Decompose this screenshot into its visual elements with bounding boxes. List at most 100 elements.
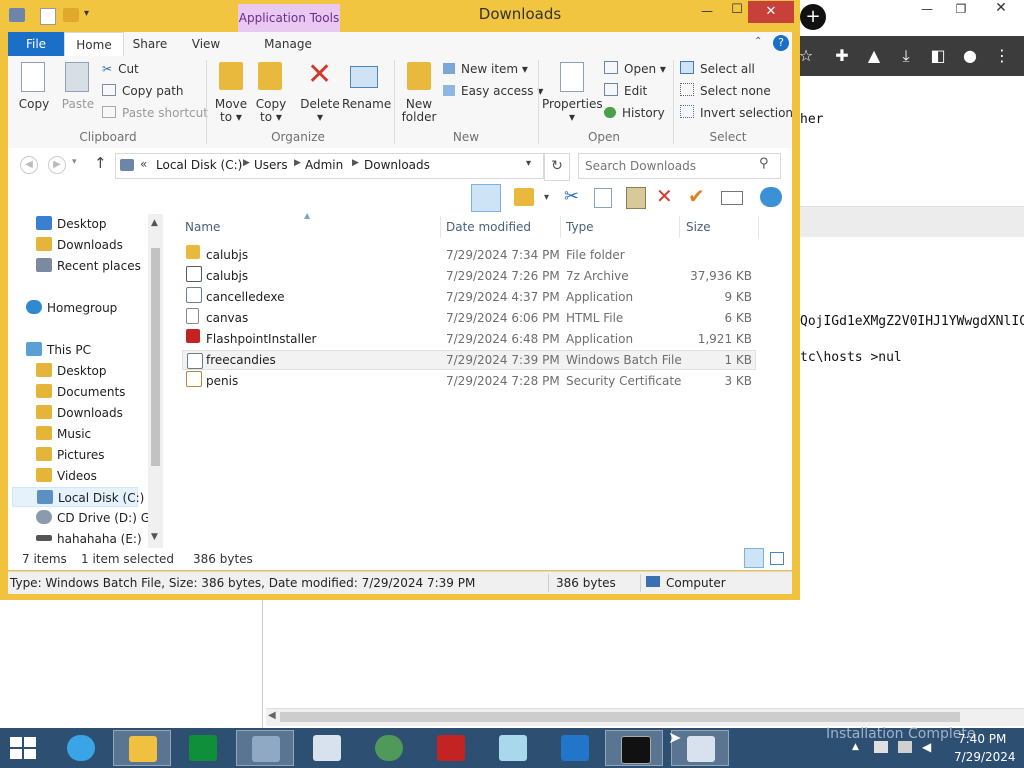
nav-scrollbar[interactable]: ▲ ▼ [148,214,163,548]
large-icons-view-icon[interactable] [770,552,784,565]
search-box[interactable]: ⚲ [578,153,781,179]
breadcrumb-users[interactable]: Users [254,158,288,172]
minimize-button[interactable]: — [692,4,722,24]
invert-selection-button[interactable]: Invert selection [680,104,793,122]
file-row[interactable]: calubjs 7/29/2024 7:34 PM File folder [182,245,756,265]
taskbar-chrome[interactable] [360,730,418,766]
column-divider[interactable] [758,216,759,238]
tab-manage[interactable]: Manage [238,32,338,56]
nav-item-desktop[interactable]: Desktop [36,214,107,234]
options-dropdown-icon[interactable]: ▾ [544,192,549,203]
nav-item-cd-drive[interactable]: CD Drive (D:) GRI [36,508,148,528]
up-arrow-icon[interactable]: ↑ [94,154,107,172]
nav-item-usb-drive[interactable]: hahahaha (E:) [36,529,142,549]
breadcrumb-downloads[interactable]: Downloads [364,158,430,172]
column-header-date[interactable]: Date modified [446,218,531,236]
move-to-button[interactable]: Move to ▾ [210,98,252,124]
network-icon[interactable] [898,741,912,753]
column-divider[interactable] [679,216,680,238]
taskbar-flashpoint[interactable] [422,730,480,766]
start-button[interactable] [8,734,38,762]
tray-overflow-icon[interactable]: ▲ [852,742,859,752]
column-header-size[interactable]: Size [686,218,711,236]
nav-item-recent-places[interactable]: Recent places [36,256,141,276]
paste-button[interactable]: Paste [58,98,98,111]
select-none-button[interactable]: Select none [680,82,771,100]
nav-scroll-thumb[interactable] [151,248,160,466]
search-input[interactable] [583,156,757,176]
tab-view[interactable]: View [180,32,232,56]
nav-item-pictures[interactable]: Pictures [36,445,105,465]
help-icon[interactable]: ? [773,35,789,51]
address-bar[interactable]: « Local Disk (C:) ▶ Users ▶ Admin ▶ Down… [115,153,544,179]
nav-item-music[interactable]: Music [36,424,91,444]
column-header-type[interactable]: Type [566,218,594,236]
tab-file[interactable]: File [8,32,64,56]
close-button[interactable]: ✕ [748,1,794,23]
collapse-ribbon-icon[interactable]: ⌃ [754,36,762,47]
copy-file-icon[interactable] [594,188,612,208]
action-center-icon[interactable] [874,741,888,753]
customize-arrow-icon[interactable]: ▾ [84,8,89,19]
recent-locations-icon[interactable]: ▾ [72,157,77,167]
column-header-name[interactable]: Name [185,218,220,236]
clock-date[interactable]: 7/29/2024 [954,750,1016,764]
nav-item-videos[interactable]: Videos [36,466,97,486]
nav-item-this-pc[interactable]: This PC [26,340,91,360]
tab-home[interactable]: Home [64,32,124,58]
history-button[interactable]: History [604,104,665,122]
explorer-app-icon[interactable] [9,8,25,22]
lab-flask-icon[interactable]: ▲ [862,44,886,68]
menu-dots-icon[interactable]: ⋮ [990,44,1014,68]
file-row[interactable]: cancelledexe 7/29/2024 4:37 PM Applicati… [182,287,756,307]
properties-button[interactable]: Properties ▾ [542,98,603,124]
minimize-icon[interactable]: — [912,2,942,22]
forward-icon[interactable]: ▶ [48,156,66,174]
taskbar-file-explorer[interactable] [113,730,171,766]
breadcrumb-local-disk[interactable]: Local Disk (C:) [156,158,242,172]
folder-options-icon[interactable] [514,188,534,206]
profile-icon[interactable]: ● [958,44,982,68]
cut-button[interactable]: ✂ Cut [102,60,139,78]
download-icon[interactable]: ⤓ [894,44,918,68]
column-divider[interactable] [440,216,441,238]
restore-icon[interactable]: ❐ [946,2,976,22]
new-item-button[interactable]: New item ▾ [443,60,528,78]
paste-shortcut-button[interactable]: Paste shortcut [102,104,208,122]
nav-item-documents[interactable]: Documents [36,382,125,402]
nav-item-downloads[interactable]: Downloads [36,235,123,255]
search-icon[interactable]: ⚲ [759,156,769,171]
copy-to-button[interactable]: Copy to ▾ [250,98,292,124]
nav-item-local-disk[interactable]: Local Disk (C:) [12,487,144,507]
taskbar-notepad[interactable] [484,730,542,766]
sidebar-icon[interactable]: ◧ [926,44,950,68]
new-folder-button[interactable]: New folder [398,98,440,124]
rename-file-icon[interactable] [721,191,743,205]
open-button[interactable]: Open ▾ [604,60,666,78]
edit-button[interactable]: Edit [604,82,647,100]
nav-item-downloads[interactable]: Downloads [36,403,123,423]
cut-icon[interactable]: ✂ [564,186,579,207]
tab-share[interactable]: Share [124,32,176,56]
back-icon[interactable]: ◀ [20,156,38,174]
nav-item-homegroup[interactable]: Homegroup [26,298,117,318]
volume-icon[interactable]: ◀ [922,740,931,754]
file-row[interactable]: penis 7/29/2024 7:28 PM Security Certifi… [182,371,756,391]
new-tab-icon[interactable]: + [800,4,826,30]
preview-pane-icon[interactable] [471,184,501,212]
paste-file-icon[interactable] [626,187,646,209]
file-row[interactable]: FlashpointInstaller 7/29/2024 6:48 PM Ap… [182,329,756,349]
new-folder-quick-icon[interactable] [63,8,79,22]
delete-button[interactable]: Delete ▾ [298,98,342,124]
address-dropdown-icon[interactable]: ▾ [526,158,531,169]
extensions-icon[interactable]: ✚ [830,44,854,68]
horizontal-scrollbar[interactable]: ◀ [266,708,1024,726]
scroll-up-icon[interactable]: ▲ [151,218,158,228]
copy-button[interactable]: Copy [14,98,54,111]
file-row[interactable]: freecandies 7/29/2024 7:39 PM Windows Ba… [182,350,756,370]
refresh-icon[interactable]: ↻ [544,153,570,181]
scrollbar-thumb[interactable] [280,712,960,722]
taskbar-store[interactable] [174,730,232,766]
nav-item-desktop[interactable]: Desktop [36,361,107,381]
details-view-icon[interactable] [744,548,764,568]
